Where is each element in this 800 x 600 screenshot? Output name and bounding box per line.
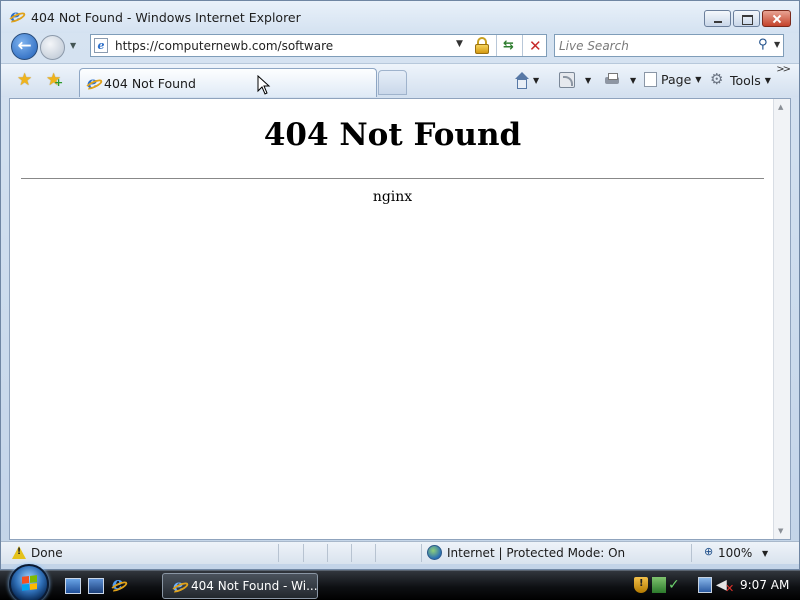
search-input[interactable] — [559, 38, 749, 54]
tab-active[interactable]: e 404 Not Found — [79, 68, 377, 97]
refresh-icon[interactable]: ⇆ — [503, 38, 514, 53]
check-icon[interactable]: ✓ — [668, 577, 682, 593]
taskbar-window-button[interactable]: e 404 Not Found - Wi... — [162, 573, 318, 599]
tools-dropdown-icon: ▼ — [764, 75, 771, 85]
lock-icon[interactable] — [474, 37, 490, 54]
tools-menu-button[interactable]: ⚙ Tools ▼ — [710, 72, 771, 88]
minimize-button[interactable] — [704, 10, 731, 27]
address-url[interactable]: https://computernewb.com/software — [115, 39, 333, 53]
volume-muted-icon[interactable]: ◀ ✕ — [716, 577, 734, 595]
page-heading: 404 Not Found — [263, 117, 522, 153]
home-dropdown-icon[interactable]: ▼ — [533, 76, 539, 85]
search-icon[interactable]: ⚲ — [758, 37, 768, 52]
back-arrow-icon: ← — [17, 36, 32, 56]
ie-page-icon: e — [94, 38, 108, 53]
window-controls — [704, 10, 791, 27]
page-content: 404 Not Found nginx ▲ ▼ — [9, 98, 791, 540]
maximize-button[interactable] — [733, 10, 760, 27]
address-bar[interactable]: e https://computernewb.com/software ▼ ⇆ … — [90, 34, 547, 57]
tab-command-bar: ★ ★ + e 404 Not Found ▼ ▼ ▼ Page ▼ ⚙ Tool… — [1, 63, 799, 97]
zoom-dropdown-icon[interactable]: ▼ — [762, 549, 768, 558]
status-divider — [375, 544, 376, 562]
search-dropdown-icon[interactable]: ▼ — [774, 40, 780, 49]
address-divider — [496, 35, 497, 56]
page-dropdown-icon: ▼ — [695, 75, 702, 84]
page-menu-label: Page — [661, 72, 692, 87]
tools-gear-icon: ⚙ — [710, 70, 724, 88]
feeds-icon — [559, 72, 575, 88]
zoom-icon[interactable]: ⊕ — [704, 545, 713, 558]
more-commands-chevron[interactable]: >> — [776, 64, 791, 75]
globe-icon — [427, 545, 442, 560]
zoom-level[interactable]: 100% — [718, 546, 752, 560]
status-bar: Done Internet | Protected Mode: On ⊕ 100… — [1, 541, 799, 564]
navigation-bar: ← ▼ e https://computernewb.com/software … — [1, 32, 799, 62]
show-desktop-icon[interactable] — [65, 578, 81, 594]
page-icon — [644, 72, 657, 87]
ie-quicklaunch-icon[interactable]: e — [109, 574, 129, 594]
home-icon — [513, 72, 529, 89]
add-favorites-icon[interactable]: ★ + — [46, 70, 63, 90]
recent-pages-dropdown[interactable]: ▼ — [70, 41, 76, 50]
scroll-down-icon[interactable]: ▼ — [778, 527, 783, 535]
status-divider — [278, 544, 279, 562]
ie-icon: e — [7, 6, 27, 25]
page-menu-button[interactable]: Page ▼ — [644, 72, 701, 87]
scroll-up-icon[interactable]: ▲ — [778, 103, 783, 111]
display-icon[interactable] — [698, 577, 712, 593]
search-box[interactable]: ⚲ ▼ — [554, 34, 784, 57]
system-tray: ✓ ◀✕ 9:07 AM — [624, 574, 800, 598]
ie-icon: e — [170, 576, 190, 595]
favorites-star-icon[interactable]: ★ — [17, 70, 32, 90]
server-signature: nginx — [372, 189, 413, 205]
feeds-dropdown-icon[interactable]: ▼ — [585, 76, 591, 85]
clock[interactable]: 9:07 AM — [740, 578, 789, 592]
status-divider — [327, 544, 328, 562]
vertical-scrollbar[interactable]: ▲ ▼ — [773, 99, 790, 539]
taskbar: e e 404 Not Found - Wi... ✓ ◀✕ 9:07 AM — [0, 564, 800, 600]
new-tab-button[interactable] — [378, 70, 407, 95]
start-button[interactable] — [9, 564, 49, 600]
ie-icon: e — [84, 73, 104, 92]
print-dropdown-icon[interactable]: ▼ — [630, 76, 636, 85]
switch-windows-icon[interactable] — [88, 578, 104, 594]
content-divider — [21, 178, 764, 179]
address-divider — [522, 35, 523, 56]
tools-menu-label: Tools — [730, 72, 761, 88]
warning-icon[interactable] — [12, 546, 26, 559]
close-button[interactable] — [762, 10, 791, 27]
print-button[interactable]: ▼ — [604, 72, 636, 88]
home-button[interactable]: ▼ — [513, 72, 539, 89]
status-divider — [351, 544, 352, 562]
window-title: 404 Not Found - Windows Internet Explore… — [31, 9, 301, 25]
shield-warning-icon[interactable] — [634, 577, 648, 593]
tab-label: 404 Not Found — [104, 76, 196, 91]
browser-window: e 404 Not Found - Windows Internet Explo… — [0, 0, 800, 570]
network-icon[interactable] — [652, 577, 666, 593]
windows-start-icon — [22, 575, 37, 591]
status-divider — [303, 544, 304, 562]
security-zone[interactable]: Internet | Protected Mode: On — [447, 546, 625, 560]
forward-button[interactable] — [40, 35, 65, 60]
status-divider — [421, 544, 422, 562]
stop-icon[interactable]: ✕ — [529, 37, 542, 55]
address-dropdown-icon[interactable]: ▼ — [456, 39, 463, 49]
back-button[interactable]: ← — [11, 33, 38, 60]
title-bar[interactable]: e 404 Not Found - Windows Internet Explo… — [1, 1, 799, 33]
feeds-button[interactable]: ▼ — [559, 72, 591, 88]
taskbar-window-label: 404 Not Found - Wi... — [191, 579, 318, 593]
print-icon — [604, 72, 620, 88]
status-divider — [691, 544, 692, 562]
status-text: Done — [31, 546, 63, 560]
